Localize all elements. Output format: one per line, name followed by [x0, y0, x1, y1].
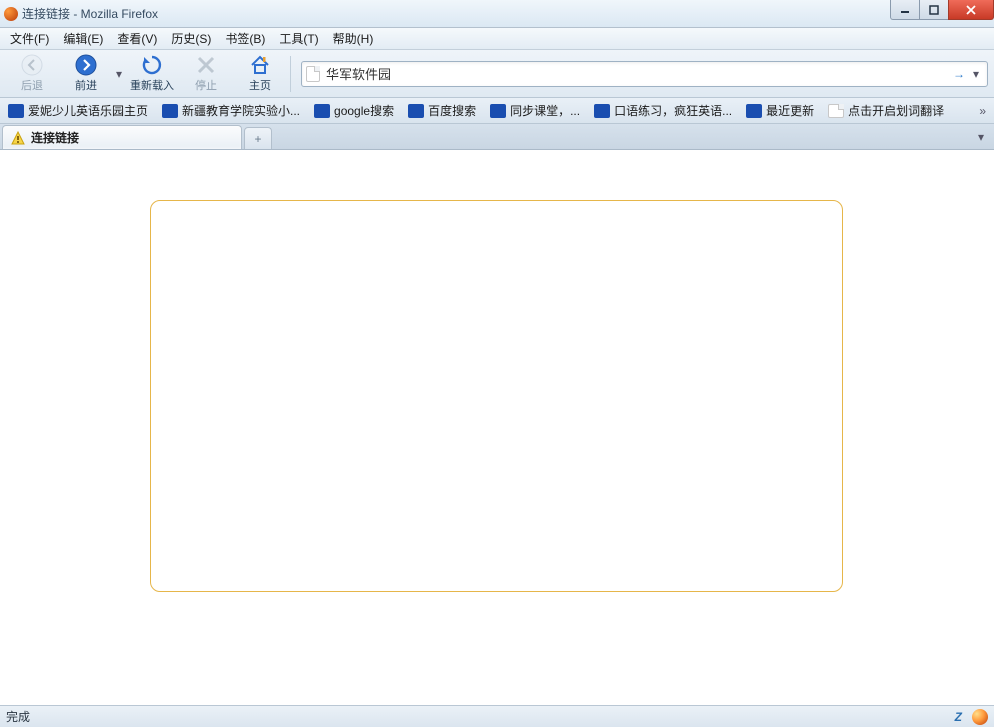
url-input[interactable]: 华军软件园 [326, 64, 949, 83]
bookmark-label: 口语练习，疯狂英语... [614, 102, 732, 119]
tab-title: 连接链接 [31, 129, 79, 146]
bookmark-label: google搜索 [334, 102, 394, 119]
window-minimize-button[interactable] [890, 0, 920, 20]
forward-label: 前进 [75, 77, 97, 93]
menu-view[interactable]: 查看(V) [111, 28, 163, 49]
site-favicon-icon [314, 104, 330, 118]
reload-label: 重新载入 [130, 77, 174, 93]
menu-bookmarks[interactable]: 书签(B) [219, 28, 271, 49]
back-button[interactable]: 后退 [6, 52, 58, 96]
back-icon [21, 54, 43, 76]
stop-button[interactable]: 停止 [180, 52, 232, 96]
window-title: 连接链接 - Mozilla Firefox [22, 5, 158, 22]
site-favicon-icon [594, 104, 610, 118]
status-text: 完成 [6, 708, 30, 725]
content-frame [150, 200, 843, 592]
site-favicon-icon [746, 104, 762, 118]
status-bar: 完成 Z [0, 705, 994, 727]
url-history-dropdown[interactable]: ▾ [969, 67, 983, 81]
page-favicon-icon [828, 104, 844, 118]
site-favicon-icon [490, 104, 506, 118]
home-button[interactable]: 主页 [234, 52, 286, 96]
site-favicon-icon [162, 104, 178, 118]
home-label: 主页 [249, 77, 271, 93]
menu-edit[interactable]: 编辑(E) [57, 28, 109, 49]
firefox-icon [4, 7, 18, 21]
forward-icon [75, 54, 97, 76]
site-favicon-icon [8, 104, 24, 118]
bookmark-label: 爱妮少儿英语乐园主页 [28, 102, 148, 119]
menu-help[interactable]: 帮助(H) [327, 28, 380, 49]
bookmark-item[interactable]: 百度搜索 [402, 100, 482, 121]
bookmark-label: 点击开启划词翻译 [848, 102, 944, 119]
bookmark-item[interactable]: google搜索 [308, 100, 400, 121]
tabs-list-dropdown[interactable]: ▾ [970, 130, 992, 144]
bookmark-item[interactable]: 爱妮少儿英语乐园主页 [2, 100, 154, 121]
urlbar-container: 华军软件园 → ▾ [301, 61, 988, 87]
site-favicon-icon [408, 104, 424, 118]
navigation-toolbar: 后退 前进 ▾ 重新载入 停止 主页 华军软件园 → ▾ [0, 50, 994, 98]
window-controls [891, 0, 994, 20]
firefox-status-icon[interactable] [972, 709, 988, 725]
reload-button[interactable]: 重新载入 [126, 52, 178, 96]
bookmark-item[interactable]: 同步课堂，... [484, 100, 586, 121]
menu-file[interactable]: 文件(F) [4, 28, 55, 49]
bookmark-label: 百度搜索 [428, 102, 476, 119]
menu-history[interactable]: 历史(S) [165, 28, 217, 49]
toolbar-separator [290, 56, 291, 92]
bookmark-item[interactable]: 口语练习，疯狂英语... [588, 100, 738, 121]
warning-icon [11, 131, 25, 145]
browser-tab-active[interactable]: 连接链接 [2, 125, 242, 149]
reload-icon [141, 54, 163, 76]
url-bar[interactable]: 华军软件园 → ▾ [301, 61, 988, 87]
tab-bar: 连接链接 + ▾ [0, 124, 994, 150]
stop-icon [195, 54, 217, 76]
page-icon [306, 66, 320, 82]
window-titlebar: 连接链接 - Mozilla Firefox [0, 0, 994, 28]
new-tab-button[interactable]: + [244, 127, 272, 149]
page-content [0, 150, 994, 705]
menu-bar: 文件(F) 编辑(E) 查看(V) 历史(S) 书签(B) 工具(T) 帮助(H… [0, 28, 994, 50]
bookmarks-toolbar: 爱妮少儿英语乐园主页 新疆教育学院实验小... google搜索 百度搜索 同步… [0, 98, 994, 124]
window-maximize-button[interactable] [919, 0, 949, 20]
stop-label: 停止 [195, 77, 217, 93]
go-button[interactable]: → [949, 67, 969, 81]
bookmark-label: 最近更新 [766, 102, 814, 119]
menu-tools[interactable]: 工具(T) [273, 28, 324, 49]
history-dropdown[interactable]: ▾ [114, 52, 124, 96]
forward-button[interactable]: 前进 [60, 52, 112, 96]
bookmarks-overflow[interactable]: » [973, 104, 992, 118]
home-icon [249, 54, 271, 76]
bookmark-label: 同步课堂，... [510, 102, 580, 119]
bookmark-item[interactable]: 最近更新 [740, 100, 820, 121]
bookmark-label: 新疆教育学院实验小... [182, 102, 300, 119]
window-close-button[interactable] [948, 0, 994, 20]
back-label: 后退 [21, 77, 43, 93]
bookmark-item[interactable]: 点击开启划词翻译 [822, 100, 950, 121]
bookmark-item[interactable]: 新疆教育学院实验小... [156, 100, 306, 121]
zotero-icon[interactable]: Z [951, 710, 966, 724]
